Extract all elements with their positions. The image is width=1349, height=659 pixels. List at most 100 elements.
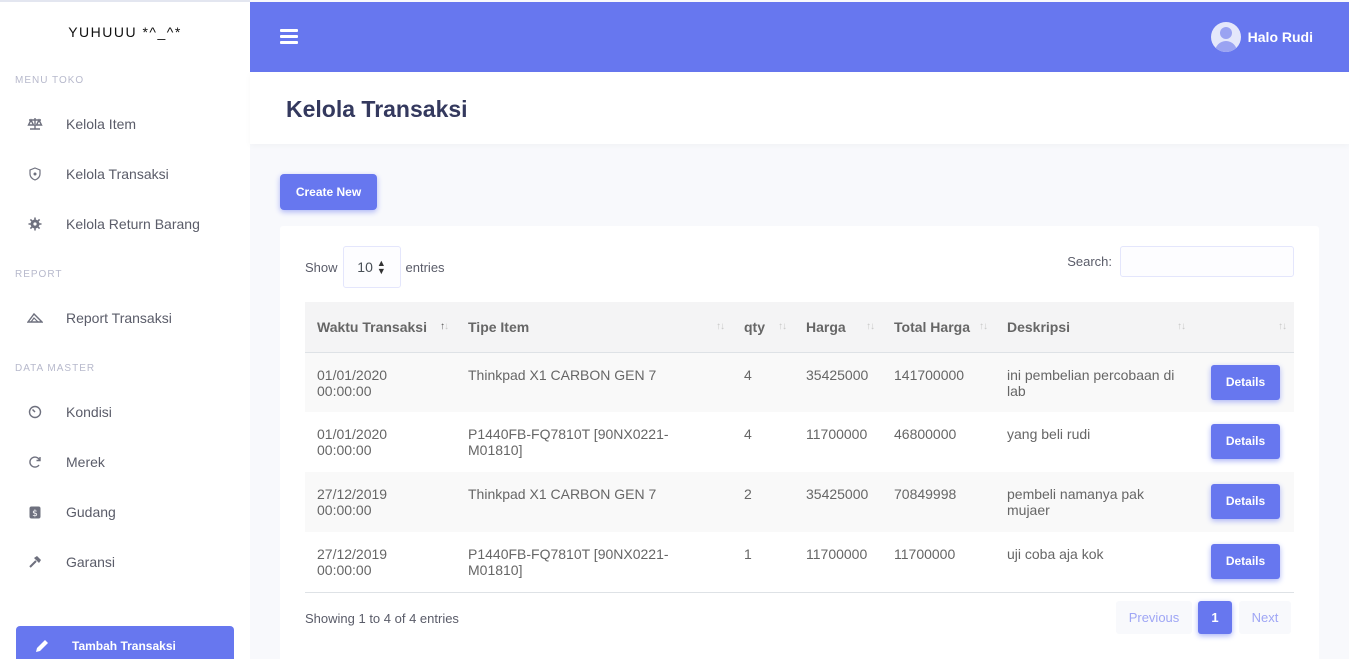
svg-text:$: $ [32, 509, 38, 519]
cell-action: Details [1193, 352, 1294, 412]
brand-logo[interactable]: YUHUUU *^_^* [0, 24, 250, 40]
sidebar-item-label: Report Transaksi [66, 310, 172, 326]
sidebar-item-kelola-return-barang[interactable]: Kelola Return Barang [0, 204, 250, 244]
cell-total: 11700000 [882, 532, 995, 593]
transactions-card: Show 10 ▲ ▼ entries Search: Waktu Transak… [280, 226, 1319, 659]
cell-harga: 35425000 [806, 366, 869, 383]
select-arrows-icon: ▲ ▼ [376, 258, 386, 276]
sort-icon: ↑↓ [716, 321, 725, 332]
pencil-icon [32, 638, 52, 654]
entries-length-control: Show 10 ▲ ▼ entries [305, 246, 445, 288]
shield-icon [24, 165, 46, 183]
sort-icon: ↑↓ [1278, 321, 1287, 332]
cell-waktu: 01/01/2020 00:00:00 [317, 366, 388, 399]
sidebar-item-merek[interactable]: Merek [0, 442, 250, 482]
column-header[interactable]: Deskripsi ↑↓ [995, 302, 1193, 353]
cell-waktu: 01/01/2020 00:00:00 [317, 426, 388, 458]
search-label: Search: [1067, 254, 1112, 269]
sidebar-item-garansi[interactable]: Garansi [0, 542, 250, 582]
cell-harga: 35425000 [806, 486, 869, 502]
sidebar: YUHUUU *^_^* MENU TOKO Kelola Item Kelol… [0, 0, 250, 659]
cell-deskripsi: uji coba aja kok [995, 532, 1193, 593]
sidebar-item-label: Merek [66, 454, 105, 470]
section-menu-toko: MENU TOKO [15, 75, 85, 86]
cog-icon [24, 215, 46, 233]
cell-qty: 2 [744, 486, 752, 502]
hamburger-menu-icon[interactable] [280, 29, 298, 44]
table-row: 01/01/2020 00:00:00 P1440FB-FQ7810T [90N… [305, 412, 1294, 472]
column-header[interactable]: Tipe Item ↑↓ [456, 302, 732, 353]
cell-tipe: Thinkpad X1 CARBON GEN 7 [468, 486, 657, 502]
previous-page-button[interactable]: Previous [1116, 601, 1192, 634]
cell-harga: 11700000 [794, 532, 882, 593]
cell-tipe: Thinkpad X1 CARBON GEN 7 [468, 366, 657, 383]
sort-icon: ↑↓ [979, 321, 988, 332]
sidebar-item-label: Kelola Transaksi [66, 166, 169, 182]
sidebar-item-label: Garansi [66, 554, 116, 570]
sidebar-item-report-transaksi[interactable]: Report Transaksi [0, 298, 250, 338]
sort-icon: ↑↓ [1177, 321, 1186, 332]
cell-qty: 1 [732, 532, 794, 593]
cell-qty: 4 [744, 366, 752, 383]
table-row: 27/12/2019 00:00:00 P1440FB-FQ7810T [90N… [305, 532, 1294, 593]
column-header[interactable]: Harga ↑↓ [794, 302, 882, 353]
cell-waktu: 27/12/2019 00:00:00 [305, 532, 456, 593]
page-title: Kelola Transaksi [286, 96, 468, 122]
sidebar-item-kelola-transaksi[interactable]: Kelola Transaksi [0, 154, 250, 194]
cell-tipe: P1440FB-FQ7810T [90NX0221-M01810] [456, 532, 732, 593]
details-button[interactable]: Details [1211, 484, 1280, 519]
sidebar-item-label: Kelola Item [66, 116, 137, 132]
cell-qty: 4 [744, 426, 752, 442]
column-header[interactable]: qty ↑↓ [732, 302, 794, 353]
section-data-master: DATA MASTER [15, 363, 96, 374]
table-info: Showing 1 to 4 of 4 entries [305, 611, 459, 626]
sidebar-item-gudang[interactable]: $ Gudang [0, 492, 250, 532]
column-header[interactable]: ↑↓ [1193, 302, 1294, 353]
details-button[interactable]: Details [1211, 364, 1280, 400]
refresh-icon [24, 453, 46, 471]
sort-icon: ↑↓ [778, 321, 787, 332]
cell-deskripsi: pembeli namanya pak mujaer [1007, 486, 1144, 518]
show-label: Show [305, 259, 338, 275]
entries-select[interactable]: 10 ▲ ▼ [342, 246, 401, 288]
sidebar-item-kelola-item[interactable]: Kelola Item [0, 104, 250, 144]
cell-total: 70849998 [894, 486, 957, 502]
gauge-icon [24, 403, 46, 421]
pagination: Previous 1 Next [1116, 601, 1291, 634]
create-new-button[interactable]: Create New [280, 174, 377, 210]
cta-label: Tambah Transaksi [72, 639, 176, 653]
balance-scale-icon [24, 115, 46, 133]
cell-waktu: 27/12/2019 00:00:00 [317, 486, 388, 518]
table-row: 01/01/2020 00:00:00 Thinkpad X1 CARBON G… [305, 352, 1294, 412]
cell-deskripsi: ini pembelian percobaan di lab [1007, 366, 1175, 399]
details-button[interactable]: Details [1211, 544, 1280, 579]
table-header-row: Waktu Transaksi ↑↓ Tipe Item ↑↓ qty ↑↓ Harg… [305, 302, 1294, 353]
topbar: Halo Rudi [250, 2, 1349, 72]
sort-icon: ↑↓ [866, 321, 875, 332]
column-header[interactable]: Total Harga ↑↓ [882, 302, 995, 353]
transactions-table: Waktu Transaksi ↑↓ Tipe Item ↑↓ qty ↑↓ Harg… [305, 302, 1294, 593]
sidebar-item-label: Gudang [66, 504, 116, 520]
ruler-icon [24, 309, 46, 327]
user-menu[interactable]: Halo Rudi [1210, 22, 1313, 52]
next-page-button[interactable]: Next [1239, 601, 1291, 634]
page-header: Kelola Transaksi [250, 72, 1349, 144]
tambah-transaksi-button[interactable]: Tambah Transaksi [16, 626, 234, 659]
search-control: Search: [1067, 246, 1294, 277]
avatar [1210, 22, 1241, 52]
cell-total: 46800000 [894, 426, 957, 442]
page-1-button[interactable]: 1 [1198, 601, 1232, 634]
sidebar-item-kondisi[interactable]: Kondisi [0, 392, 250, 432]
cell-action: Details [1193, 532, 1294, 593]
dollar-box-icon: $ [24, 503, 46, 521]
user-name: Halo Rudi [1247, 29, 1313, 45]
table-row: 27/12/2019 00:00:00 Thinkpad X1 CARBON G… [305, 472, 1294, 532]
entries-label: entries [405, 259, 445, 275]
search-input[interactable] [1120, 246, 1294, 277]
sort-asc-icon: ↑↓ [440, 321, 449, 332]
cell-action: Details [1193, 472, 1294, 532]
section-report: REPORT [15, 269, 63, 280]
cell-deskripsi: yang beli rudi [1007, 426, 1091, 442]
details-button[interactable]: Details [1211, 424, 1280, 459]
column-header[interactable]: Waktu Transaksi ↑↓ [305, 302, 456, 353]
